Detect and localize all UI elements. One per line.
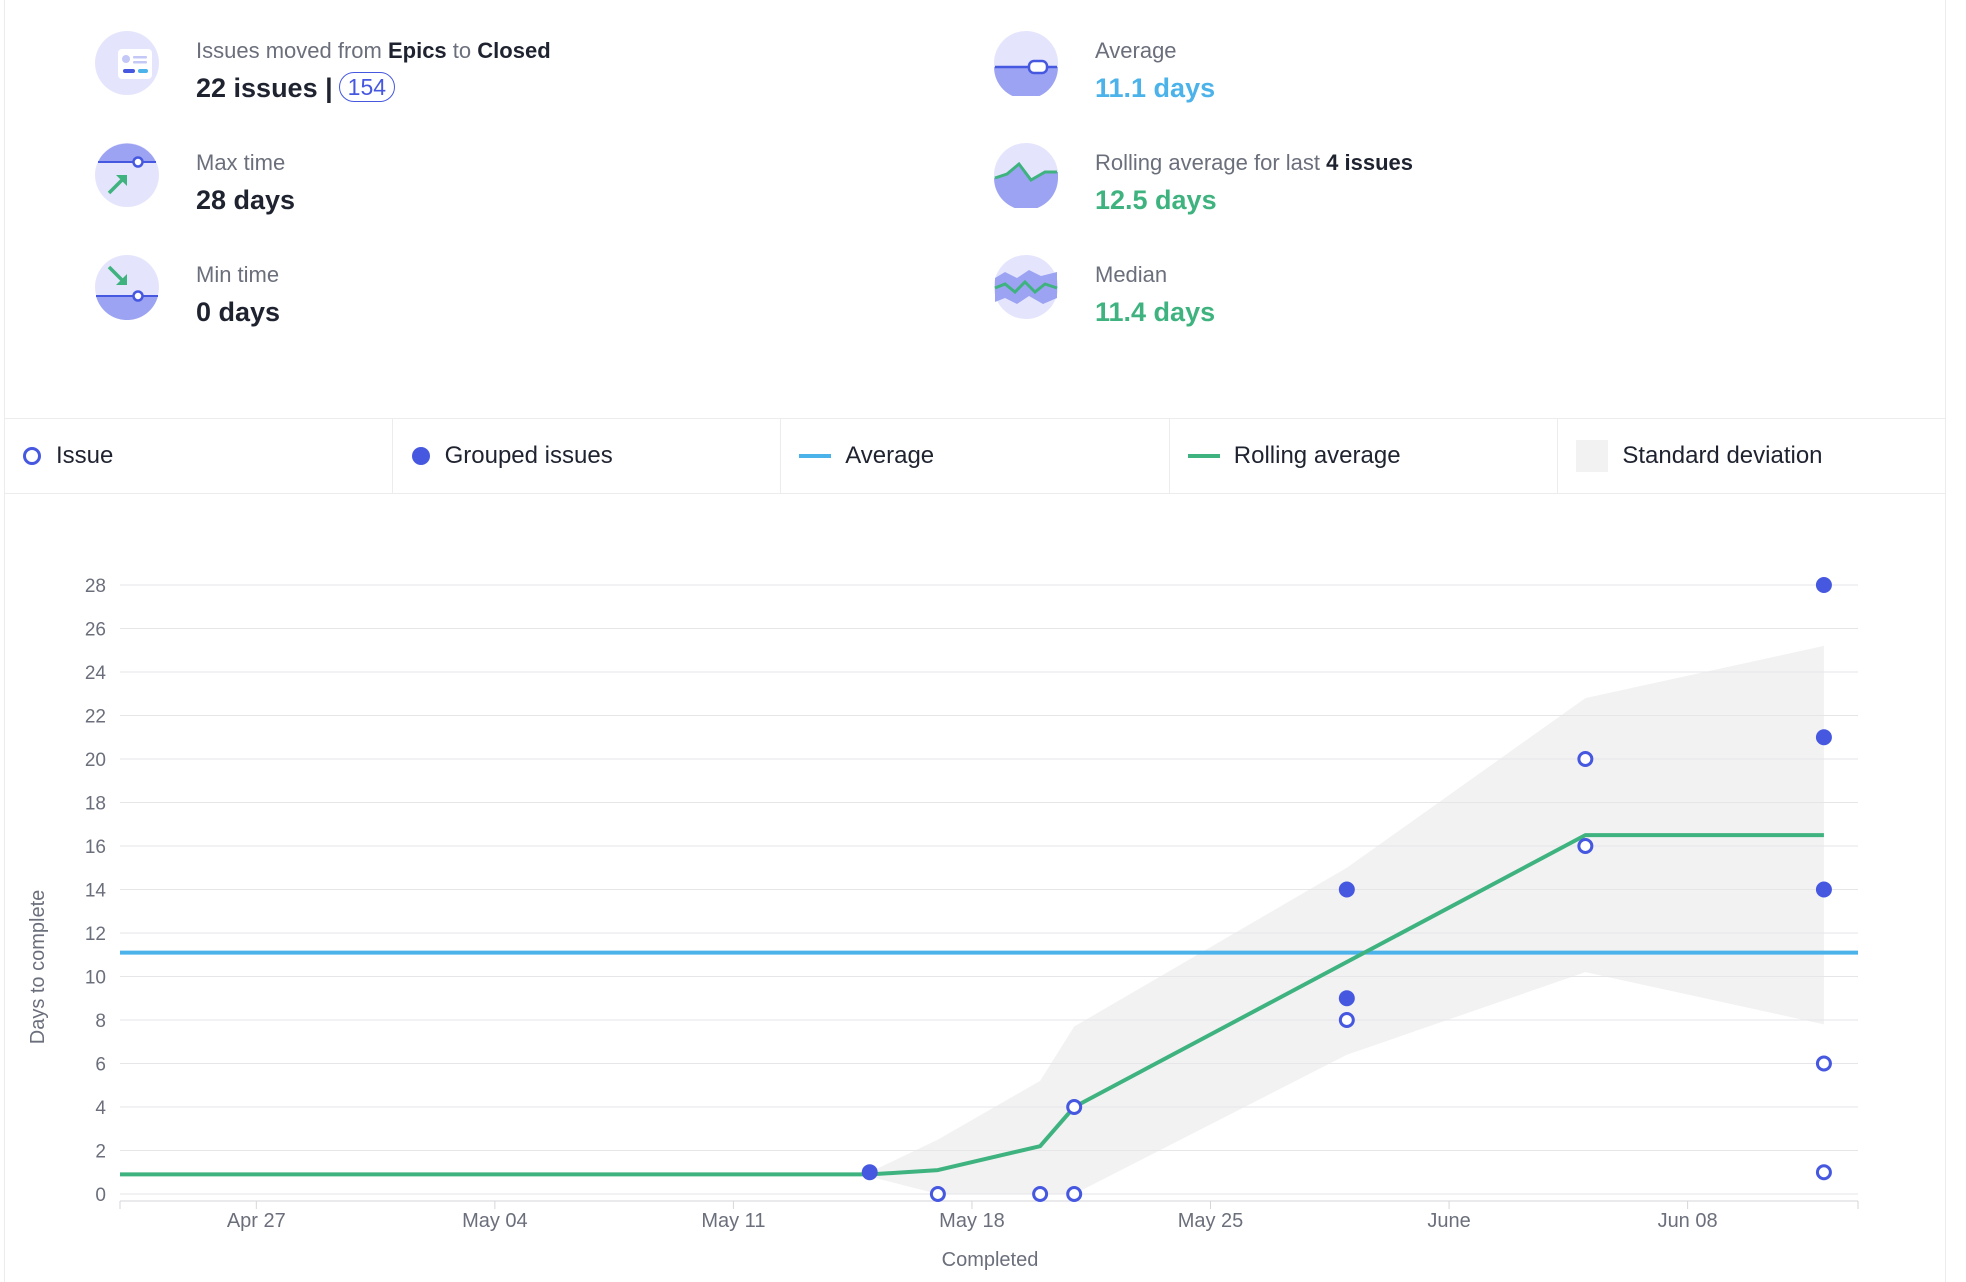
stat-average: Average 11.1 days [993,30,1215,107]
legend-item-issue[interactable]: Issue [4,419,393,493]
y-tick-label: 28 [85,576,106,597]
grouped-issue-point [1815,729,1832,746]
stat-moved-label: Issues moved from Epics to Closed [196,38,551,63]
legend-item-stddev[interactable]: Standard deviation [1558,419,1946,493]
stddev-swatch-icon [1576,440,1609,472]
stat-min-label: Min time [196,262,280,287]
stat-average-value: 11.1 days [1095,73,1216,103]
y-tick-label: 12 [85,924,106,945]
stat-min-value: 0 days [196,297,281,327]
grouped-issue-point [1815,577,1832,593]
x-tick-label: Jun 08 [1658,1210,1718,1232]
average-icon [994,31,1058,96]
stat-rolling-count: 4 issues [1326,150,1413,175]
chart-legend: Issue Grouped issues Average Rolling ave… [4,418,1946,494]
x-tick-label: June [1427,1210,1470,1232]
y-tick-label: 26 [85,620,106,641]
issues-card-icon [95,31,159,95]
rolling-average-icon [994,143,1058,208]
issue-point [1066,1186,1083,1202]
issue-point [1577,838,1594,854]
issue-marker-icon [23,447,41,465]
stat-median-value: 11.4 days [1095,297,1216,327]
stat-moved-value: 22 issues | 154 [196,69,551,107]
legend-grouped-label: Grouped issues [444,442,613,469]
stat-max-label: Max time [196,150,286,175]
issue-point [929,1186,946,1202]
grouped-issue-point [1815,881,1832,898]
stat-average-label: Average [1095,38,1177,63]
y-tick-label: 22 [85,707,106,728]
grouped-marker-icon [411,447,430,465]
stat-rolling-value: 12.5 days [1095,185,1217,215]
y-tick-label: 4 [95,1098,106,1119]
issue-count-badge[interactable]: 154 [338,72,396,102]
stddev-band [869,645,1824,1194]
y-tick-label: 8 [95,1011,106,1032]
grouped-issue-point [861,1164,878,1181]
x-tick-label: May 18 [939,1210,1005,1232]
legend-stddev-label: Standard deviation [1622,442,1823,469]
y-tick-label: 2 [95,1142,106,1163]
min-time-icon [95,255,159,320]
issue-point [1815,1164,1832,1181]
rolling-line-icon [1187,454,1220,458]
y-tick-label: 0 [95,1185,106,1206]
issue-point [1066,1099,1083,1115]
stat-moved-from: Epics [387,38,447,63]
y-tick-label: 6 [95,1055,106,1076]
y-axis-label: Days to complete [27,890,49,1045]
stat-median: Median 11.4 days [993,254,1215,331]
y-tick-label: 24 [85,663,107,684]
legend-item-grouped[interactable]: Grouped issues [393,419,782,493]
grouped-issue-point [1338,881,1355,898]
stat-moved-to: Closed [477,38,551,63]
issue-point [1815,1055,1832,1072]
legend-item-rolling[interactable]: Rolling average [1170,419,1559,493]
stat-max-value: 28 days [196,185,296,215]
y-tick-label: 14 [85,881,107,902]
y-tick-label: 16 [85,837,106,858]
issue-point [1338,1012,1355,1028]
x-tick-label: May 11 [701,1210,765,1232]
y-tick-label: 18 [85,794,106,815]
grid-group [120,584,1858,1195]
stat-rolling-average: Rolling average for last 4 issues 12.5 d… [993,142,1413,219]
legend-item-average[interactable]: Average [781,419,1170,493]
average-line-icon [799,454,832,458]
stat-min-time: Min time 0 days [94,254,280,331]
max-time-icon [95,143,159,207]
stat-max-time: Max time 28 days [94,142,295,219]
median-icon [994,255,1058,319]
stddev-band-group [869,645,1824,1194]
stat-rolling-label: Rolling average for last 4 issues [1095,150,1413,175]
legend-rolling-label: Rolling average [1233,442,1401,469]
x-tick-label: Apr 27 [227,1210,286,1232]
y-tick-label: 20 [85,750,106,771]
cycle-time-chart: 0246810121416182022242628Apr 27 May 04 May… [27,576,1859,1271]
x-tick-label: May 04 [462,1210,528,1232]
legend-average-label: Average [845,442,935,469]
y-tick-label: 10 [85,968,106,989]
x-axis-label: Completed [942,1249,1039,1271]
issue-point [1577,751,1594,767]
legend-issue-label: Issue [56,442,114,469]
issue-point [1032,1186,1049,1202]
x-tick-label: May 25 [1178,1210,1244,1232]
stat-issues-moved: Issues moved from Epics to Closed 22 iss… [94,30,551,107]
stat-median-label: Median [1095,262,1168,287]
grouped-issue-point [1338,990,1355,1007]
